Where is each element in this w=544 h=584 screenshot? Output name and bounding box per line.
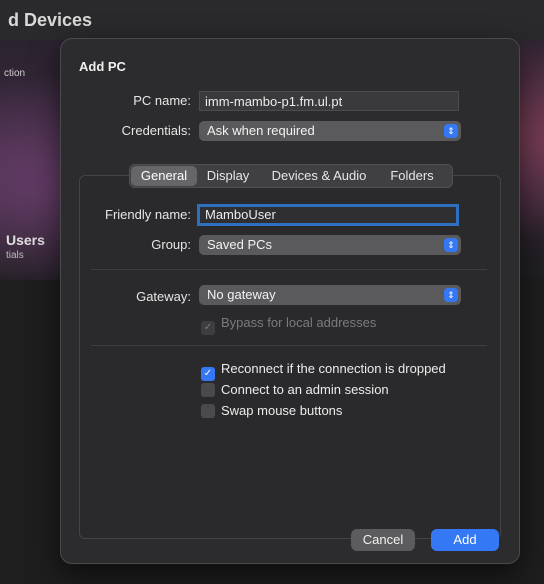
background-title: d Devices bbox=[8, 10, 93, 30]
checkbox-empty-icon bbox=[201, 404, 215, 418]
group-label: Group: bbox=[151, 237, 191, 252]
tab-display[interactable]: Display bbox=[197, 166, 259, 186]
reconnect-label: Reconnect if the connection is dropped bbox=[221, 361, 446, 376]
bypass-label: Bypass for local addresses bbox=[221, 315, 377, 330]
checkmark-icon: ✓ bbox=[201, 367, 215, 381]
gateway-value: No gateway bbox=[207, 287, 276, 302]
sheet-title: Add PC bbox=[79, 59, 126, 74]
tab-folders[interactable]: Folders bbox=[379, 166, 445, 186]
tab-devices-audio[interactable]: Devices & Audio bbox=[259, 166, 379, 186]
chevron-updown-icon: ⇕ bbox=[444, 288, 458, 302]
background-users-subtitle: tials bbox=[6, 250, 24, 261]
settings-tabs: General Display Devices & Audio Folders bbox=[129, 164, 453, 188]
admin-session-checkbox[interactable]: Connect to an admin session bbox=[201, 382, 389, 398]
friendly-name-label: Friendly name: bbox=[105, 207, 191, 222]
settings-tab-box bbox=[79, 175, 501, 539]
background-users-heading: Users bbox=[6, 232, 45, 248]
pc-name-field[interactable]: imm-mambo-p1.fm.ul.pt bbox=[199, 91, 459, 111]
reconnect-checkbox[interactable]: ✓ Reconnect if the connection is dropped bbox=[201, 361, 446, 381]
group-value: Saved PCs bbox=[207, 237, 273, 252]
credentials-popup[interactable]: Ask when required ⇕ bbox=[199, 121, 461, 141]
friendly-name-field[interactable]: MamboUser bbox=[197, 204, 459, 226]
group-popup[interactable]: Saved PCs ⇕ bbox=[199, 235, 461, 255]
separator bbox=[91, 345, 487, 346]
checkbox-empty-icon bbox=[201, 383, 215, 397]
add-button[interactable]: Add bbox=[431, 529, 499, 551]
add-pc-sheet: Add PC PC name: imm-mambo-p1.fm.ul.pt Cr… bbox=[60, 38, 520, 564]
gateway-popup[interactable]: No gateway ⇕ bbox=[199, 285, 461, 305]
checkmark-icon: ✓ bbox=[201, 321, 215, 335]
separator bbox=[91, 269, 487, 270]
swap-mouse-checkbox[interactable]: Swap mouse buttons bbox=[201, 403, 342, 419]
chevron-updown-icon: ⇕ bbox=[444, 124, 458, 138]
chevron-updown-icon: ⇕ bbox=[444, 238, 458, 252]
background-sidebar-text: ction bbox=[4, 68, 26, 79]
cancel-button[interactable]: Cancel bbox=[351, 529, 415, 551]
credentials-label: Credentials: bbox=[121, 123, 191, 138]
swap-mouse-label: Swap mouse buttons bbox=[221, 403, 343, 418]
pc-name-label: PC name: bbox=[133, 93, 191, 108]
credentials-value: Ask when required bbox=[207, 123, 315, 138]
bypass-checkbox[interactable]: ✓ Bypass for local addresses bbox=[201, 315, 377, 335]
tab-general[interactable]: General bbox=[131, 166, 197, 186]
admin-session-label: Connect to an admin session bbox=[221, 382, 389, 397]
gateway-label: Gateway: bbox=[136, 289, 191, 304]
